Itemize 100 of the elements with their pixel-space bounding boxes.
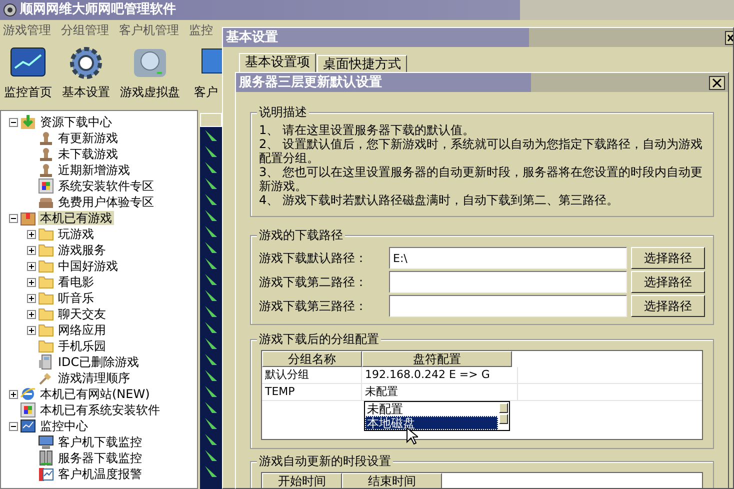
- dialog-title: 服务器三层更新默认设置: [239, 74, 382, 90]
- expand-icon[interactable]: [27, 278, 36, 286]
- tree-item[interactable]: 客户机下载监控: [56, 434, 144, 450]
- group-title: 说明描述: [257, 105, 309, 120]
- dropdown-option[interactable]: 未配置: [365, 402, 498, 416]
- close-button[interactable]: [709, 76, 725, 90]
- leaf-icon: [204, 448, 218, 463]
- toolbar-button[interactable]: 游戏虚拟盘: [120, 40, 180, 110]
- choose-path-button[interactable]: 选择路径: [631, 295, 705, 317]
- menu-item[interactable]: 游戏管理: [3, 22, 51, 38]
- folder-icon: [38, 338, 54, 354]
- field-label: 游戏下载第二路径：: [259, 274, 368, 290]
- leaf-icon: [204, 336, 218, 351]
- table-cell: 未配置: [362, 384, 518, 400]
- tree-item[interactable]: 免费用户体验专区: [56, 194, 156, 210]
- leaf-icon: [204, 432, 218, 447]
- gear-icon: [67, 44, 105, 82]
- dialog-title: 基本设置: [226, 30, 278, 46]
- tree-item[interactable]: 听音乐: [56, 290, 96, 306]
- tree-item[interactable]: 本机已有网站(NEW): [38, 386, 152, 402]
- collapse-icon[interactable]: [9, 118, 18, 126]
- server-icon: [38, 450, 54, 466]
- close-button[interactable]: [725, 30, 733, 44]
- description-text: 3、 您也可以在这里设置服务器的自动更新时段，服务器将在您设置的时段内自动更新游戏。: [259, 165, 704, 193]
- choose-path-button[interactable]: 选择路径: [631, 247, 705, 269]
- tree-item[interactable]: 游戏清理顺序: [56, 370, 132, 386]
- tree-item[interactable]: 中国好游戏: [56, 258, 120, 274]
- leaf-icon: [204, 272, 218, 287]
- menu-item[interactable]: 监控: [189, 22, 213, 38]
- tree-item[interactable]: 玩游戏: [56, 226, 96, 242]
- menu-item[interactable]: 客户机管理: [119, 22, 179, 38]
- field-label: 游戏下载默认路径：: [259, 250, 368, 266]
- menu-item[interactable]: 分组管理: [61, 22, 109, 38]
- tab[interactable]: 基本设置项: [239, 53, 316, 74]
- tree-item[interactable]: 看电影: [56, 274, 96, 290]
- tree-item[interactable]: IDC已删除游戏: [56, 354, 142, 370]
- expand-icon[interactable]: [27, 326, 36, 334]
- tree-item[interactable]: 客户机温度报警: [56, 466, 144, 482]
- leaf-icon: [204, 208, 218, 223]
- collapse-icon[interactable]: [9, 422, 18, 430]
- tree-item[interactable]: 近期新增游戏: [56, 162, 132, 178]
- expand-icon[interactable]: [27, 294, 36, 302]
- field-label: 游戏下载第三路径：: [259, 298, 368, 314]
- leaf-icon: [204, 320, 218, 335]
- leaf-icon: [204, 384, 218, 399]
- tree-item[interactable]: 监控中心: [38, 418, 90, 434]
- leaf-icon: [204, 176, 218, 191]
- tree-item[interactable]: 聊天交友: [56, 306, 108, 322]
- leaf-icon: [204, 160, 218, 175]
- folder-icon: [38, 258, 54, 274]
- tree-item[interactable]: 网络应用: [56, 322, 108, 338]
- tree-item[interactable]: 有更新游戏: [56, 130, 120, 146]
- scroll-down-button[interactable]: [499, 414, 508, 424]
- folder-icon: [38, 322, 54, 338]
- toolbar-button[interactable]: 监控首页: [4, 40, 52, 110]
- tree-item[interactable]: 本机已有系统安装软件: [38, 402, 162, 418]
- leaf-icon: [204, 368, 218, 383]
- alarm-icon: [38, 466, 54, 482]
- column-header[interactable]: 分组名称: [262, 351, 362, 367]
- leaf-icon: [204, 224, 218, 239]
- expand-icon[interactable]: [27, 246, 36, 254]
- tree-item[interactable]: 游戏服务: [56, 242, 108, 258]
- window-icon: [20, 402, 36, 418]
- tree-item[interactable]: 服务器下载监控: [56, 450, 144, 466]
- expand-icon[interactable]: [27, 262, 36, 270]
- path-field[interactable]: [389, 295, 627, 317]
- leaf-icon: [204, 192, 218, 207]
- column-header[interactable]: 盘符配置: [362, 351, 512, 367]
- folder-icon: [38, 274, 54, 290]
- description-text: 1、 请在这里设置服务器下载的默认值。: [259, 123, 476, 137]
- path-field[interactable]: [389, 271, 627, 293]
- toolbar-button[interactable]: 基本设置: [62, 40, 110, 110]
- tree-item[interactable]: 资源下载中心: [38, 114, 114, 130]
- tree-item[interactable]: 手机乐园: [56, 338, 108, 354]
- group-title: 游戏的下载路径: [257, 228, 345, 242]
- scroll-up-button[interactable]: [499, 403, 508, 413]
- user-icon: [38, 130, 54, 146]
- tree-item[interactable]: 本机已有游戏: [38, 210, 114, 226]
- collapse-icon[interactable]: [9, 214, 18, 222]
- dropdown-option[interactable]: 本地磁盘: [365, 416, 498, 430]
- leaf-icon: [204, 304, 218, 319]
- column-header[interactable]: 开始时间: [262, 473, 342, 488]
- expand-icon[interactable]: [27, 310, 36, 318]
- leaf-icon: [204, 240, 218, 255]
- column-header[interactable]: 结束时间: [342, 473, 442, 488]
- leaf-icon: [204, 144, 218, 159]
- user-icon: [38, 146, 54, 162]
- expand-icon[interactable]: [9, 390, 18, 398]
- leaf-icon: [204, 464, 218, 479]
- tree-item[interactable]: 未下载游戏: [56, 146, 120, 162]
- path-field[interactable]: E:\: [389, 247, 627, 269]
- device-icon: [38, 354, 54, 370]
- table-cell: 192.168.0.242 E => G: [362, 367, 518, 383]
- monitor-icon: [20, 418, 36, 434]
- group-title: 游戏自动更新的时段设置: [257, 454, 393, 468]
- expand-icon[interactable]: [27, 230, 36, 238]
- group-title: 游戏下载后的分组配置: [257, 332, 381, 346]
- leaf-icon: [204, 400, 218, 415]
- tree-item[interactable]: 系统安装软件专区: [56, 178, 156, 194]
- choose-path-button[interactable]: 选择路径: [631, 271, 705, 293]
